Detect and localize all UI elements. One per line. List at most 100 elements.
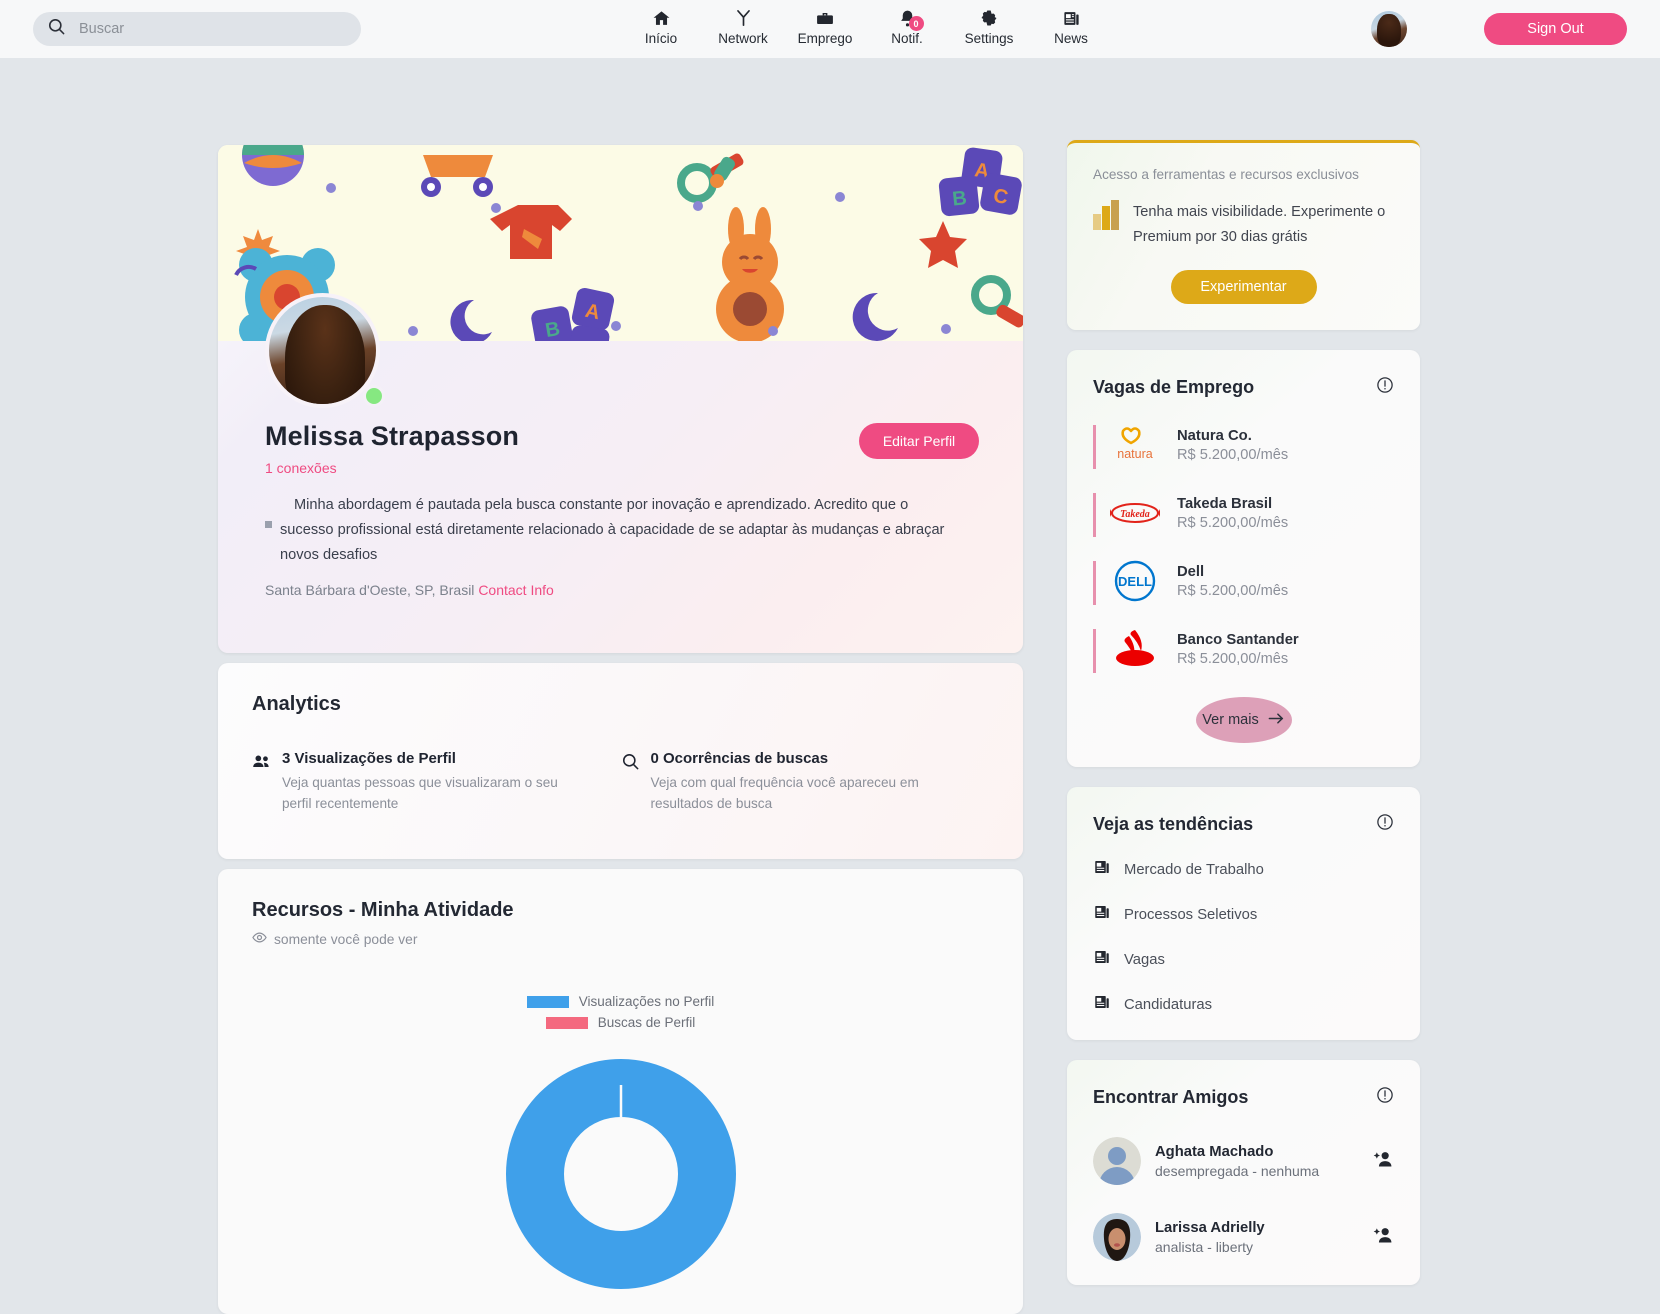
add-person-icon[interactable] [1373,1225,1394,1250]
bullet-icon [265,521,272,528]
nav-label: Início [644,31,678,46]
friend-item[interactable]: Larissa Adrielly analista - liberty [1093,1213,1394,1261]
donut-chart[interactable] [218,1059,1023,1289]
premium-tagline: Acesso a ferramentas e recursos exclusiv… [1093,167,1359,182]
friend-role: desempregada - nenhuma [1155,1162,1320,1179]
job-pay: R$ 5.200,00/mês [1177,582,1289,599]
trends-header: Veja as tendências [1093,813,1394,836]
notification-badge: 0 [908,16,924,31]
search-icon [47,17,66,41]
legend-swatch [545,1016,588,1029]
trends-title: Veja as tendências [1093,814,1254,834]
connections-count[interactable]: 1 conexões [265,460,337,476]
friends-card: Encontrar Amigos Aghata Machado desempre… [1067,1060,1420,1285]
sign-out-button[interactable]: Sign Out [1484,13,1627,45]
legend-item-searches[interactable]: Buscas de Perfil [545,1015,695,1030]
news-icon [1093,858,1111,881]
see-more-jobs-button[interactable]: Ver mais [1195,697,1292,743]
bar-chart-icon [1093,200,1119,235]
dell-logo: DELL [1107,559,1163,603]
legend-label: Visualizações no Perfil [578,994,715,1009]
contact-info-link[interactable]: Contact Info [478,582,554,598]
svg-text:DELL: DELL [1118,574,1152,589]
nav-label: Notif. [891,31,923,46]
friend-role: analista - liberty [1155,1238,1254,1255]
search-icon [621,750,640,814]
trend-item-vagas[interactable]: Vagas [1093,948,1394,971]
analytics-grid: 3 Visualizações de Perfil Veja quantas p… [252,750,989,814]
recursos-title: Recursos - Minha Atividade [252,899,514,921]
page-title: Melissa Strapasson [265,421,519,451]
trends-card: Veja as tendências Mercado de Trabalho P… [1067,787,1420,1040]
main-column: A B C A B C [218,145,1023,1314]
trend-item-mercado-de-trabalho[interactable]: Mercado de Trabalho [1093,858,1394,881]
people-icon [252,750,271,814]
nav-label: Emprego [797,31,853,46]
legend-item-views[interactable]: Visualizações no Perfil [526,994,715,1009]
jobs-card: Vagas de Emprego natura Natura Co. R$ 5.… [1067,350,1420,767]
info-icon[interactable] [1376,813,1394,836]
analytics-item-profile-views[interactable]: 3 Visualizações de Perfil Veja quantas p… [252,750,621,814]
job-company: Banco Santander [1177,631,1299,648]
analytics-headline: 3 Visualizações de Perfil [282,750,456,767]
nav-item-news[interactable]: News [1030,4,1112,46]
online-status-indicator [363,385,385,407]
nav-label: Network [718,31,768,46]
job-pay: R$ 5.200,00/mês [1177,650,1289,667]
job-item[interactable]: natura Natura Co. R$ 5.200,00/mês [1093,423,1394,469]
job-item[interactable]: Takeda Takeda Brasil R$ 5.200,00/mês [1093,491,1394,537]
job-pay: R$ 5.200,00/mês [1177,514,1289,531]
info-icon[interactable] [1376,1086,1394,1109]
profile-about: Minha abordagem é pautada pela busca con… [265,493,955,568]
nav-item-network[interactable]: Network [702,4,784,46]
avatar[interactable] [1371,11,1407,47]
job-company: Dell [1177,563,1205,580]
search-input[interactable] [79,21,339,37]
nav-item-emprego[interactable]: Emprego [784,4,866,46]
trend-item-processos-seletivos[interactable]: Processos Seletivos [1093,903,1394,926]
search-box[interactable] [33,12,361,46]
friend-item[interactable]: Aghata Machado desempregada - nenhuma [1093,1137,1394,1185]
edit-profile-button[interactable]: Editar Perfil [859,423,979,459]
analytics-subtext: Veja quantas pessoas que visualizaram o … [282,775,558,811]
add-person-icon[interactable] [1373,1149,1394,1174]
top-navigation-bar: Início Network Emprego 0 [0,0,1660,58]
briefcase-icon [815,8,835,28]
premium-card: Acesso a ferramentas e recursos exclusiv… [1067,140,1420,330]
friend-name: Aghata Machado [1155,1143,1274,1160]
job-pay: R$ 5.200,00/mês [1177,446,1289,463]
news-icon [1093,903,1111,926]
nav-item-notificacoes[interactable]: 0 Notif. [866,4,948,46]
profile-location-row: Santa Bárbara d'Oeste, SP, Brasil Contac… [265,582,554,598]
analytics-subtext: Veja com qual frequência você apareceu e… [650,775,919,811]
analytics-title: Analytics [252,693,341,715]
friends-header: Encontrar Amigos [1093,1086,1394,1109]
premium-headline: Tenha mais visibilidade. Experimente o P… [1133,204,1386,245]
profile-photo[interactable] [265,293,380,408]
trend-item-candidaturas[interactable]: Candidaturas [1093,993,1394,1016]
friends-title: Encontrar Amigos [1093,1087,1249,1107]
analytics-item-search-appearances[interactable]: 0 Ocorrências de buscas Veja com qual fr… [621,750,990,814]
arrow-right-icon [1268,712,1285,729]
trend-label: Vagas [1124,951,1165,968]
info-icon[interactable] [1376,376,1394,399]
right-sidebar: Acesso a ferramentas e recursos exclusiv… [1067,140,1420,1285]
avatar[interactable] [1093,1137,1141,1185]
nav-item-inicio[interactable]: Início [620,4,702,46]
recursos-visibility: somente você pode ver [252,930,989,948]
about-text: Minha abordagem é pautada pela busca con… [280,497,945,563]
avatar[interactable] [1093,1213,1141,1261]
job-company: Natura Co. [1177,427,1252,444]
jobs-title: Vagas de Emprego [1093,377,1255,397]
try-premium-button[interactable]: Experimentar [1170,270,1317,304]
nav-item-settings[interactable]: Settings [948,4,1030,46]
page-body: A B C A B C [0,58,1660,1314]
natura-logo: natura [1107,423,1163,467]
job-item[interactable]: DELL Dell R$ 5.200,00/mês [1093,559,1394,605]
analytics-headline: 0 Ocorrências de buscas [650,750,829,767]
job-item[interactable]: Banco Santander R$ 5.200,00/mês [1093,627,1394,673]
trend-label: Mercado de Trabalho [1124,861,1264,878]
job-company: Takeda Brasil [1177,495,1273,512]
network-icon [734,8,753,28]
see-more-label: Ver mais [1202,712,1259,728]
